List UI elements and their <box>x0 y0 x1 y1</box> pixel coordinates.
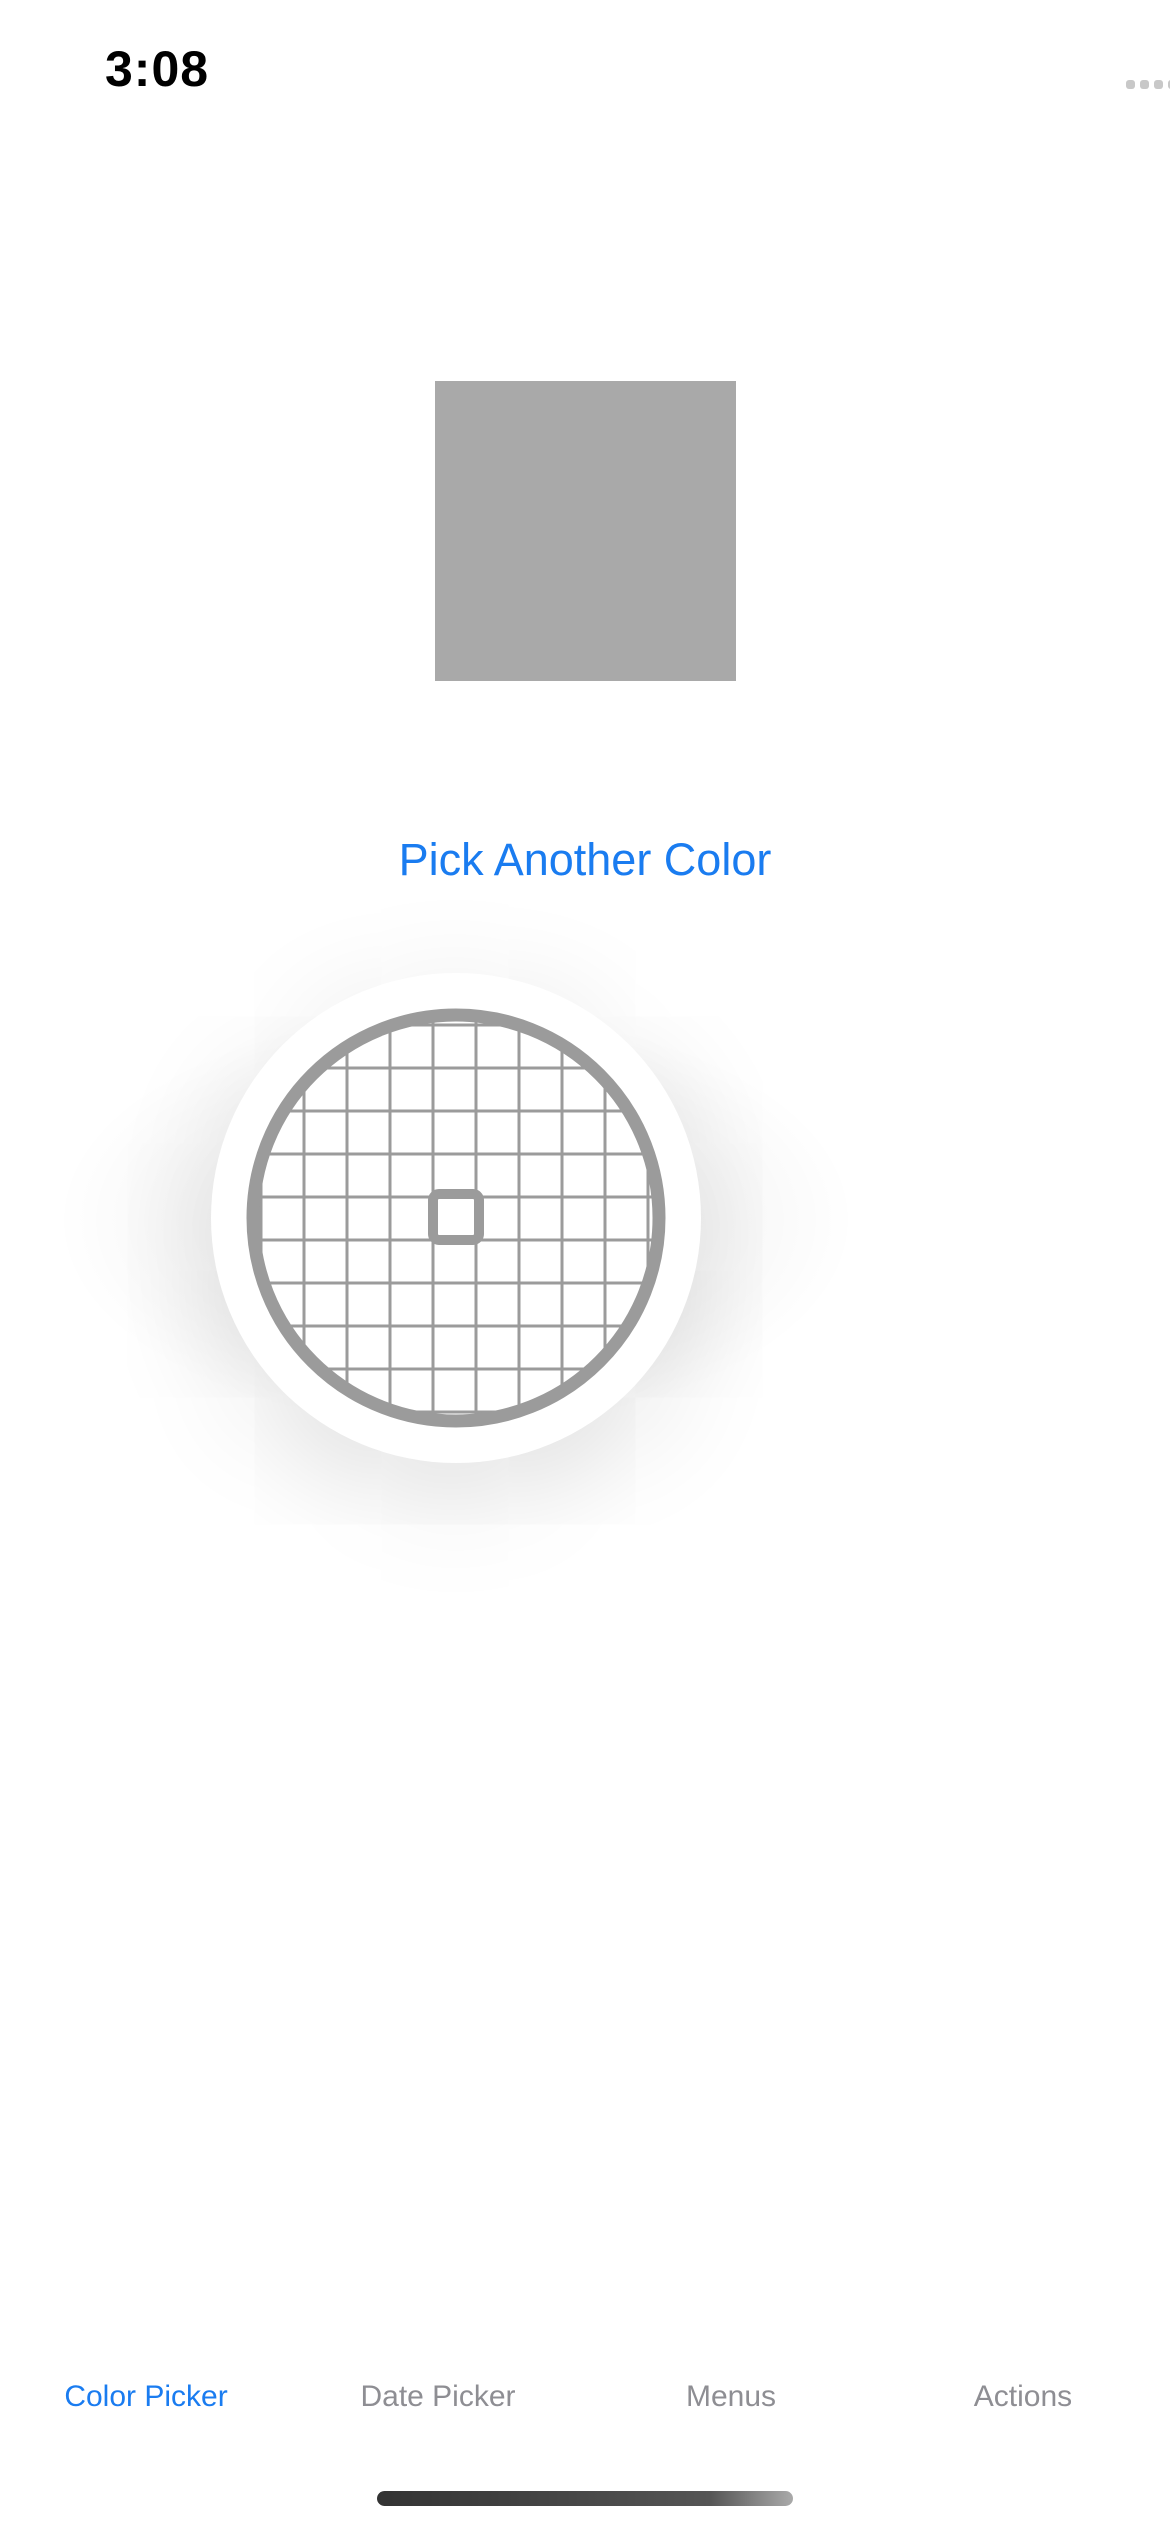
tab-date-picker[interactable]: Date Picker <box>292 2380 584 2414</box>
tab-actions[interactable]: Actions <box>877 2380 1169 2414</box>
cellular-signal-icon <box>1126 80 1170 89</box>
eyedropper-loupe-icon <box>246 1008 666 1428</box>
tab-color-picker[interactable]: Color Picker <box>0 2380 292 2414</box>
screen: 3:08 Pick Another Color Color Picker Dat… <box>0 0 1170 2532</box>
loupe-center-reticle <box>428 1189 484 1245</box>
color-loupe[interactable] <box>211 973 701 1463</box>
color-swatch <box>435 381 736 681</box>
pick-another-color-button[interactable]: Pick Another Color <box>0 834 1170 886</box>
tab-menus[interactable]: Menus <box>585 2380 877 2414</box>
status-time: 3:08 <box>105 41 210 97</box>
home-indicator[interactable] <box>377 2491 793 2506</box>
tab-bar: Color Picker Date Picker Menus Actions <box>0 2380 1170 2440</box>
